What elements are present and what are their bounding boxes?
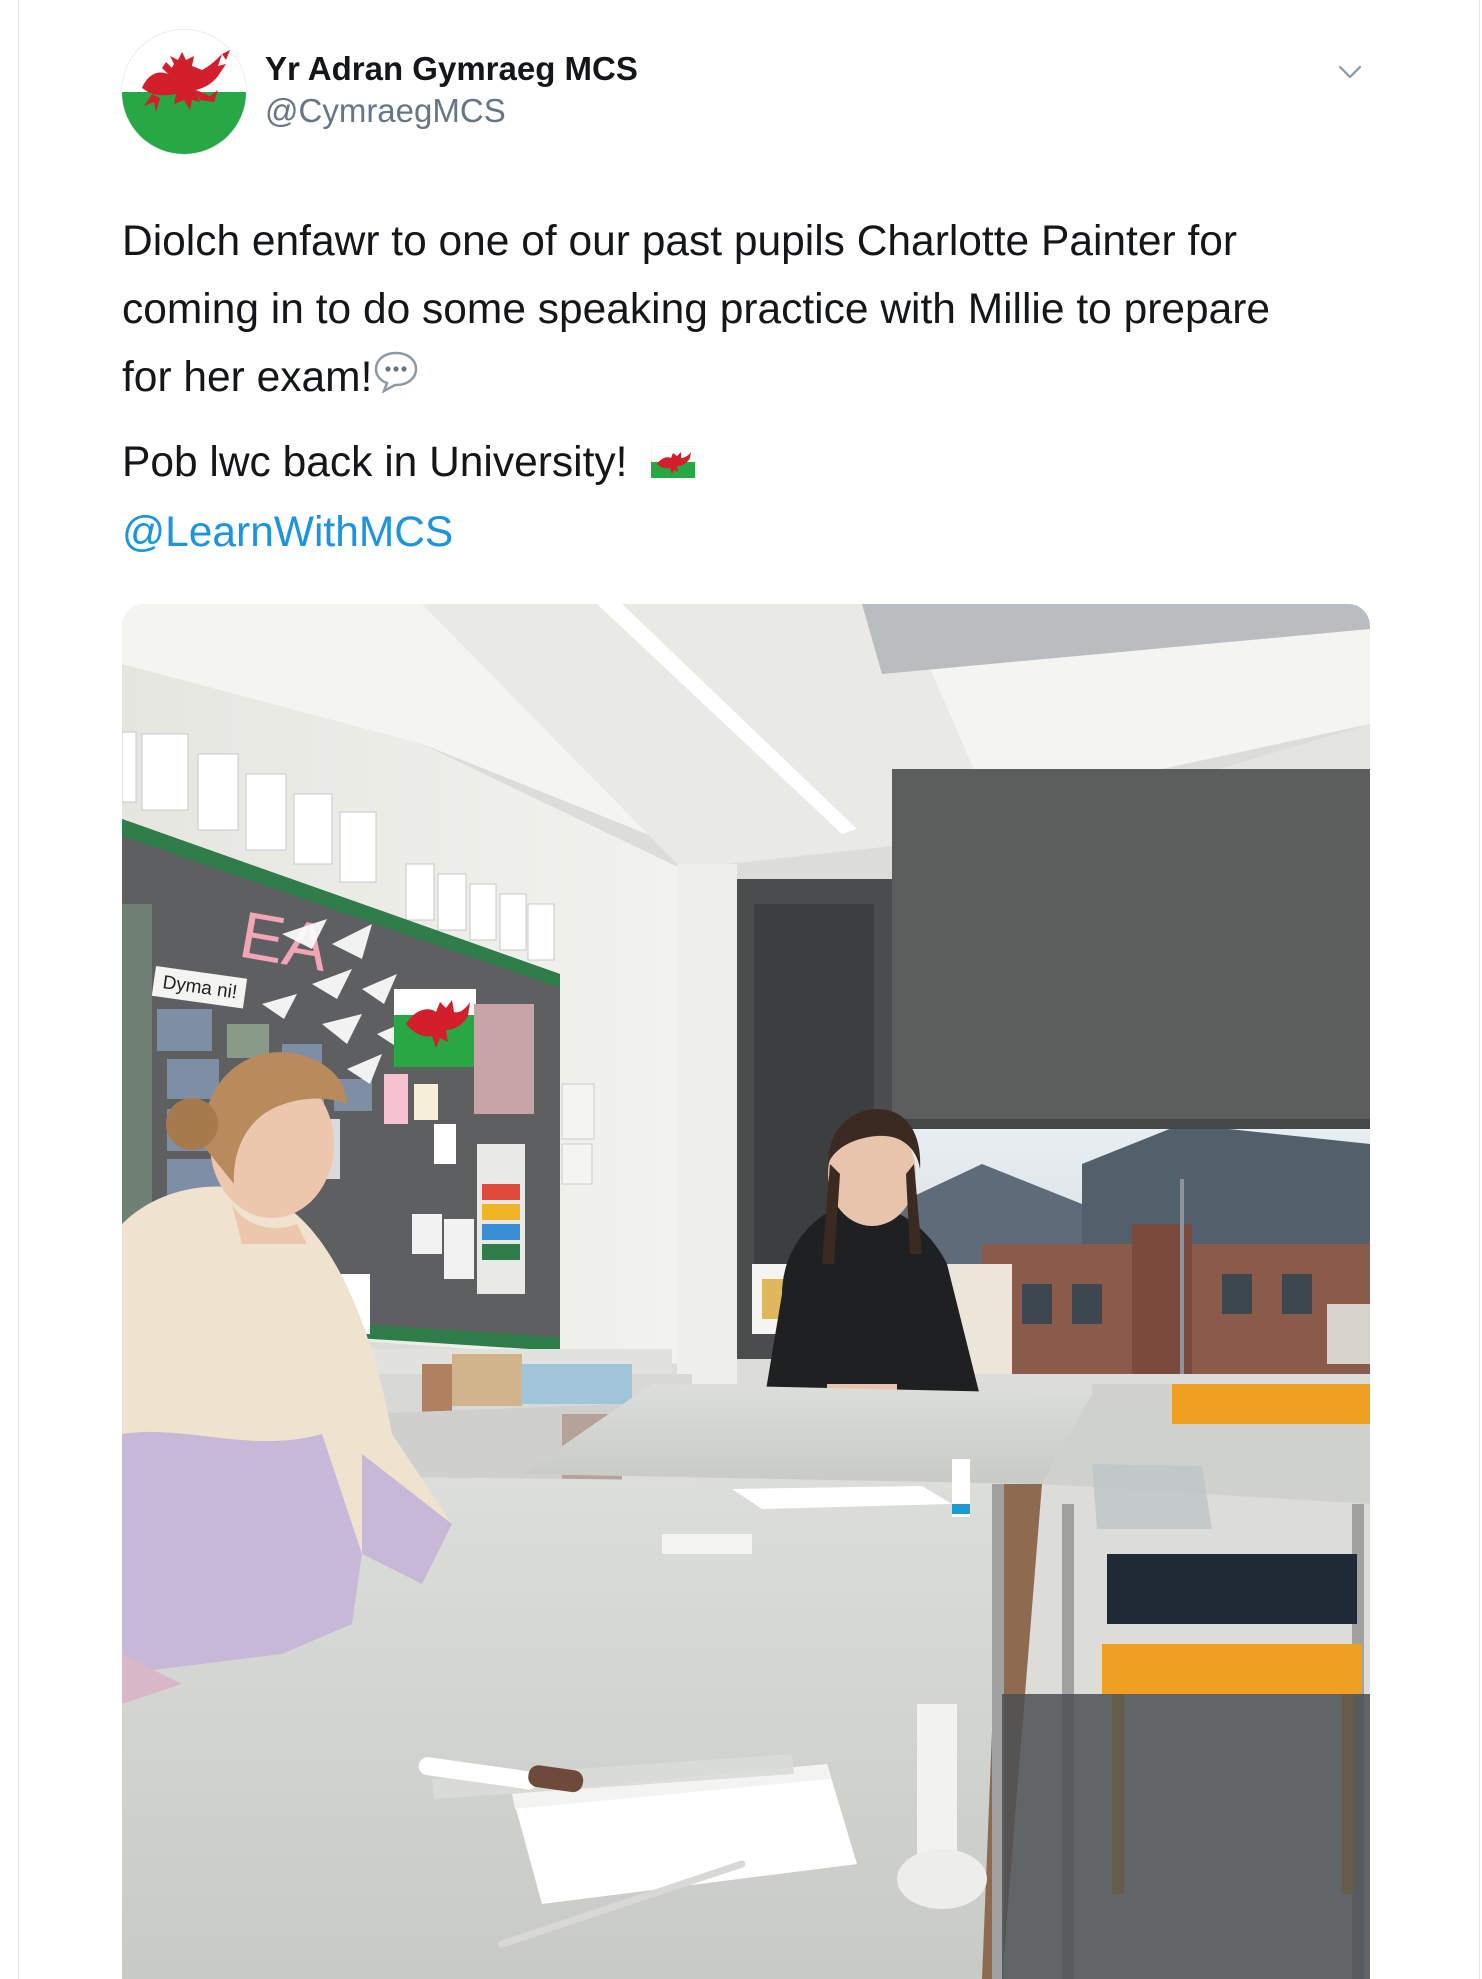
- tweet-line-2: coming in to do some speaking practice w…: [122, 286, 1271, 333]
- mention-link[interactable]: @LearnWithMCS: [122, 509, 453, 556]
- tweet-line: coming in to do some speaking practice w…: [122, 276, 1382, 344]
- tweet-line: Diolch enfawr to one of our past pupils …: [122, 208, 1382, 276]
- chevron-down-icon[interactable]: [1330, 52, 1370, 92]
- tweet-line-1: Diolch enfawr to one of our past pupils …: [122, 218, 1238, 265]
- display-name[interactable]: Yr Adran Gymraeg MCS: [265, 50, 638, 88]
- board-banner-text: EA: [235, 897, 335, 985]
- tweet-line: for her exam!: [122, 344, 1382, 414]
- welsh-flag-icon: [650, 431, 696, 499]
- classroom-photo: EA Dyma ni!: [122, 604, 1370, 1979]
- board-flag: [394, 989, 476, 1067]
- tweet-line-4: Pob lwc back in University!: [122, 438, 628, 486]
- tweet-line-3: for her exam!: [122, 354, 373, 401]
- user-handle[interactable]: @CymraegMCS: [265, 92, 506, 130]
- tweet-line: Pob lwc back in University!: [122, 429, 1382, 499]
- speech-balloon-icon: [372, 346, 420, 414]
- tweet-photo[interactable]: EA Dyma ni!: [122, 604, 1370, 1979]
- tweet-text: Diolch enfawr to one of our past pupils …: [122, 208, 1382, 567]
- tweet-line: @LearnWithMCS: [122, 499, 1382, 567]
- welsh-flag-icon: [122, 30, 246, 154]
- avatar[interactable]: [122, 30, 246, 154]
